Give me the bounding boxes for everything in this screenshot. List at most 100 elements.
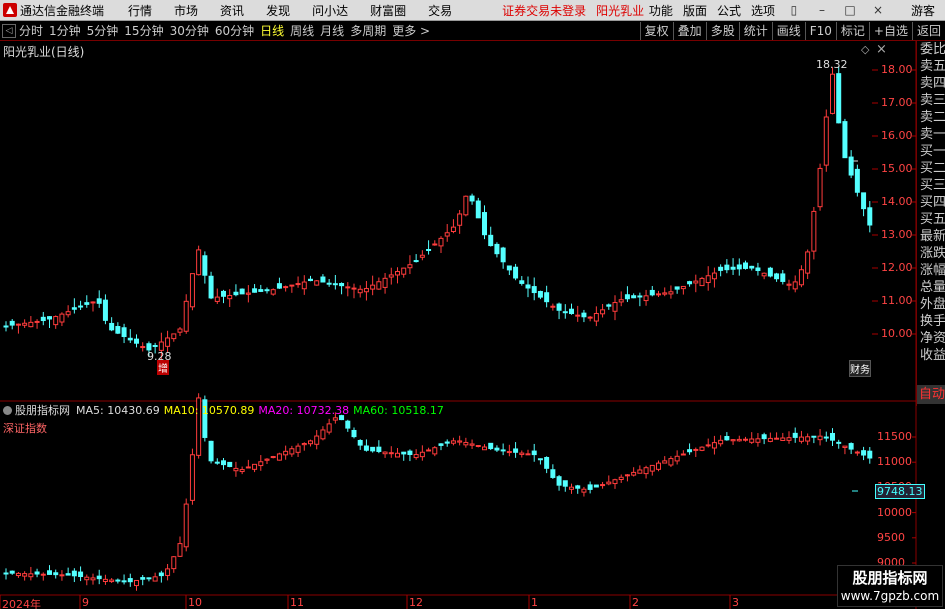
side-item[interactable]: 委比 (917, 41, 945, 58)
candle-body (668, 291, 674, 295)
price-tick-label: 16.00 (881, 129, 913, 142)
diamond-icon[interactable]: ◇ (861, 43, 869, 56)
side-item[interactable]: 买一 (917, 143, 945, 160)
candle-body (730, 439, 736, 442)
side-item[interactable]: 外盘 (917, 296, 945, 313)
candle-body (531, 286, 537, 294)
candle-body (587, 316, 593, 319)
candle-body (419, 451, 425, 458)
candle-body (351, 287, 357, 290)
candle-body (270, 456, 276, 459)
candle-body (811, 210, 817, 252)
candle-body (152, 576, 158, 582)
candle-body (407, 264, 413, 269)
candle-body (165, 568, 171, 576)
candle-body (575, 485, 581, 489)
candle-body (295, 445, 301, 453)
candle-body (109, 579, 115, 583)
candle-body (711, 442, 717, 449)
indicator-header: 股朋指标网 MA5: 10430.69 MA10: 10570.89 MA20:… (3, 403, 444, 417)
candle-body (680, 285, 686, 290)
candle-body (544, 292, 550, 303)
candle-body (258, 289, 264, 292)
candle-body (848, 443, 854, 450)
index-candles (3, 393, 873, 591)
candle-body (861, 450, 867, 456)
candle-body (556, 476, 562, 486)
side-item[interactable]: 卖四 (917, 75, 945, 92)
candle-body (780, 273, 786, 282)
candle-body (245, 466, 251, 469)
candle-body (562, 311, 568, 314)
kline-chart-area[interactable] (0, 0, 945, 609)
candle-body (705, 275, 711, 284)
side-item[interactable]: 卖五 (917, 58, 945, 75)
candle-body (736, 264, 742, 270)
indicator-name[interactable]: 股朋指标网 (15, 402, 70, 418)
ma10-value: MA10: 10570.89 (163, 403, 255, 417)
candle-body (258, 461, 264, 467)
candle-body (34, 320, 40, 323)
side-item[interactable]: 净资 (917, 330, 945, 347)
candle-body (426, 449, 432, 452)
candle-body (34, 571, 40, 575)
candle-body (320, 276, 326, 283)
caiwu-badge[interactable]: 财务 (849, 360, 871, 377)
price-tick-label: 17.00 (881, 96, 913, 109)
candle-body (624, 474, 630, 477)
candle-body (308, 440, 313, 445)
quote-side-panel: 委比 卖五 卖四 卖三 卖二 卖一 买一 买二 买三 买四 买五 最新 涨跌 涨幅 总量 外盘 换手 净资 收益 (916, 41, 945, 406)
auto-button[interactable]: 自动 (916, 385, 945, 404)
window-close-icon[interactable]: × (876, 42, 887, 57)
candle-body (830, 432, 835, 441)
candle-body (102, 578, 108, 582)
candle-body (140, 577, 146, 580)
candle-body (413, 260, 419, 263)
candle-body (482, 446, 487, 451)
candle-body (581, 312, 587, 318)
candle-body (426, 249, 432, 252)
price-tick-label: 15.00 (881, 162, 913, 175)
candle-body (90, 301, 96, 304)
side-item[interactable]: 买五 (917, 211, 945, 228)
candle-body (724, 436, 730, 441)
candle-body (600, 309, 606, 315)
candle-body (854, 451, 860, 454)
indicator-settings-icon[interactable] (3, 405, 12, 415)
side-item[interactable]: 涨跌 (917, 245, 945, 262)
candle-body (618, 299, 624, 303)
side-item[interactable]: 总量 (917, 279, 945, 296)
high-price-label: 18.32 (816, 58, 848, 71)
candle-body (786, 437, 792, 441)
candle-body (724, 264, 730, 271)
candle-body (59, 313, 65, 323)
side-item[interactable]: 买三 (917, 177, 945, 194)
side-item[interactable]: 涨幅 (917, 262, 945, 279)
candle-body (444, 232, 450, 237)
candle-body (488, 442, 494, 450)
side-item[interactable]: 买二 (917, 160, 945, 177)
side-item[interactable]: 最新 (917, 228, 945, 245)
candle-body (109, 322, 115, 331)
zeng-marker[interactable]: 增 (157, 360, 169, 375)
candle-body (127, 578, 133, 583)
side-item[interactable]: 换手 (917, 313, 945, 330)
candle-body (438, 443, 444, 446)
value-tick-label: 11000 (877, 455, 912, 469)
candle-body (612, 302, 618, 312)
candle-body (587, 484, 593, 490)
side-item[interactable]: 卖一 (917, 126, 945, 143)
candle-body (395, 271, 400, 276)
side-item[interactable]: 卖三 (917, 92, 945, 109)
side-item[interactable]: 卖二 (917, 109, 945, 126)
candle-body (47, 570, 52, 575)
candle-body (593, 484, 599, 488)
candle-body (718, 266, 724, 271)
candle-body (743, 262, 748, 269)
price-tick-label: 13.00 (881, 228, 913, 241)
candle-body (78, 571, 84, 578)
side-item[interactable]: 收益 (917, 347, 945, 364)
candle-body (59, 574, 65, 577)
side-item[interactable]: 买四 (917, 194, 945, 211)
price-candles (3, 66, 873, 360)
